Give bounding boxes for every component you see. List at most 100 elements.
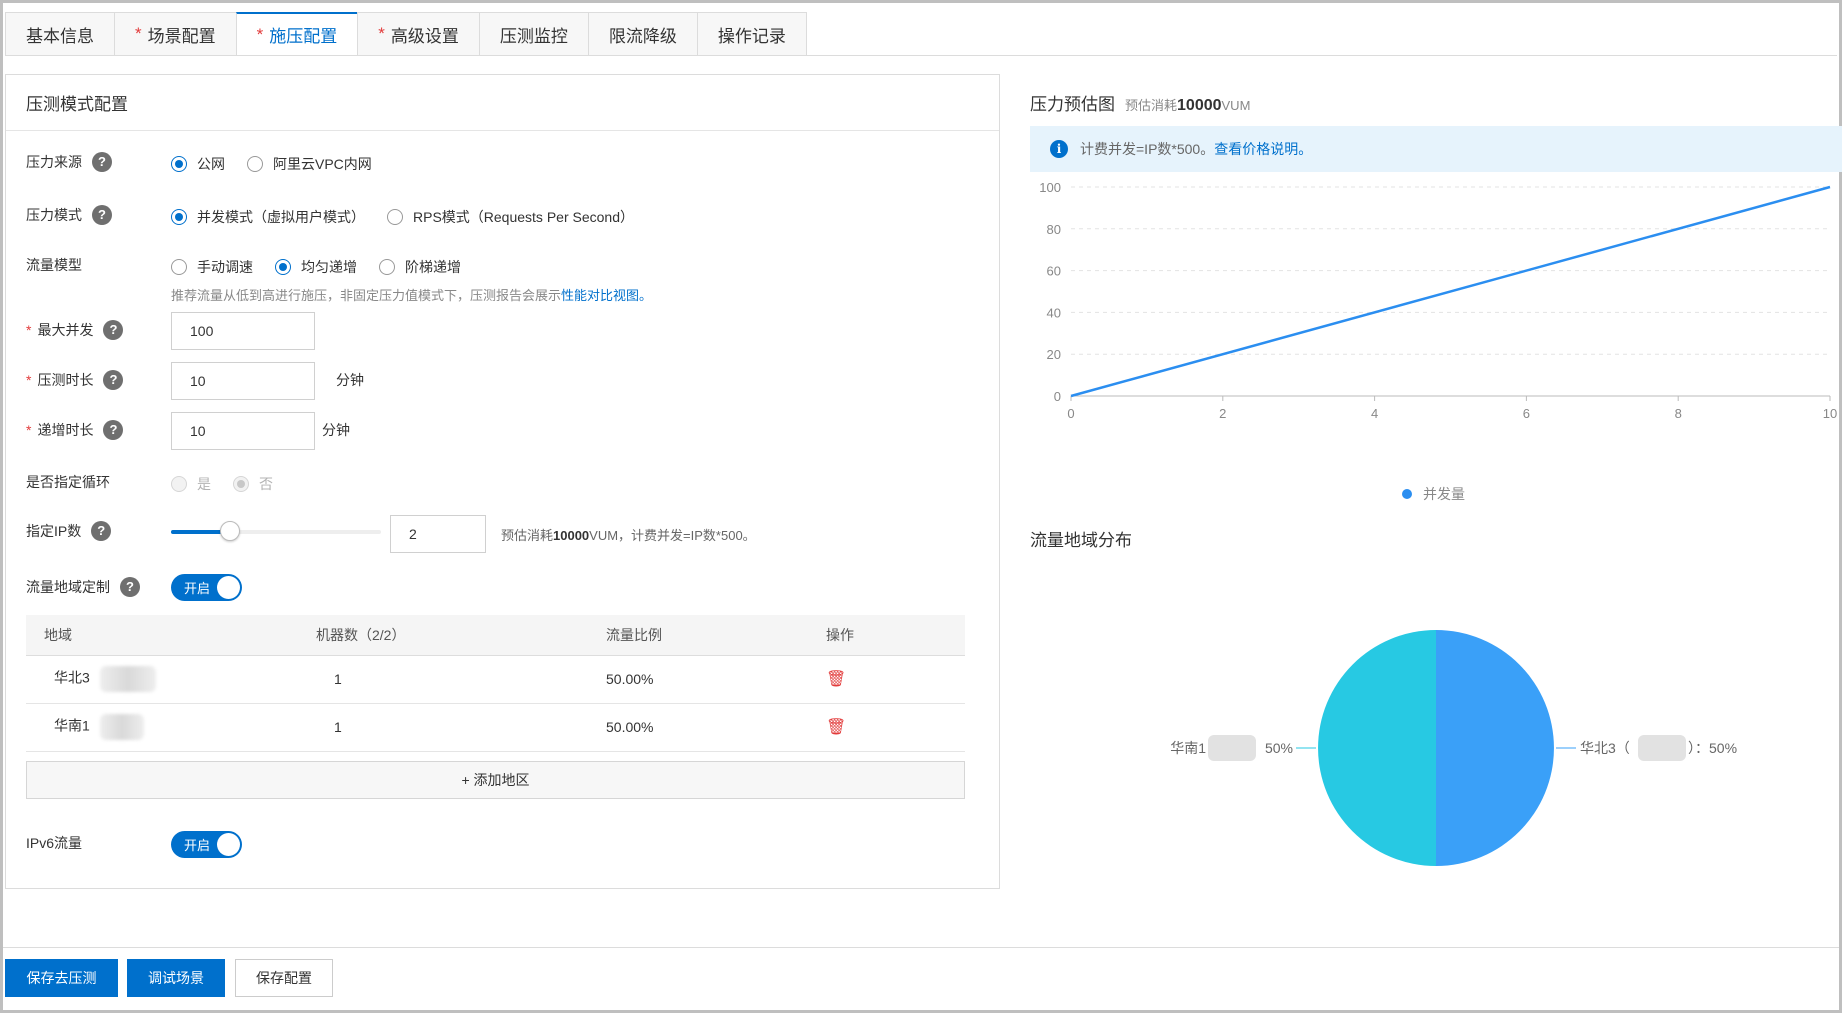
ramp-duration-input[interactable]: 10	[171, 412, 315, 450]
ipv6-toggle[interactable]: 开启	[171, 831, 242, 858]
region-custom-toggle[interactable]: 开启	[171, 574, 242, 601]
ramp-duration-label: * 递增时长 ?	[26, 420, 124, 440]
tab-label: 场景配置	[147, 26, 216, 46]
tab-operation-log[interactable]: 操作记录	[696, 12, 807, 56]
radio-loop-no[interactable]: 否	[233, 474, 273, 494]
footer-divider	[3, 947, 1839, 948]
radio-dot	[171, 259, 187, 275]
region-table: 地域 机器数（2/2） 流量比例 操作 华北3 1 50.00% 🗑 华南1 1…	[26, 615, 965, 752]
region-name: 华南1	[54, 717, 90, 734]
y-tick-label: 40	[1047, 305, 1061, 320]
required-mark: *	[26, 372, 32, 388]
tab-label: 基本信息	[26, 26, 94, 46]
debug-scene-button[interactable]: 调试场景	[127, 959, 225, 997]
header-machines: 机器数（2/2）	[316, 615, 606, 656]
pie-slice[interactable]	[1318, 630, 1436, 866]
radio-manual-speed[interactable]: 手动调速	[171, 257, 253, 277]
radio-concurrency-mode[interactable]: 并发模式（虚拟用户模式）	[171, 207, 365, 227]
estimate-chart-subtitle: 预估消耗10000VUM	[1125, 95, 1250, 115]
radio-label: 阿里云VPC内网	[273, 156, 372, 172]
price-info-link[interactable]: 查看价格说明。	[1214, 139, 1312, 159]
trash-icon[interactable]: 🗑	[826, 671, 846, 688]
radio-dot	[233, 476, 249, 492]
slider-handle[interactable]	[219, 521, 240, 541]
note-vum-value: 10000	[553, 528, 590, 543]
label-text: 最大并发	[37, 322, 94, 338]
redacted-text	[99, 666, 156, 692]
ip-count-slider[interactable]	[171, 521, 381, 541]
legend-marker	[1402, 489, 1412, 499]
duration-input[interactable]: 10	[171, 362, 315, 400]
radio-rps-mode[interactable]: RPS模式（Requests Per Second）	[387, 207, 634, 227]
note-suffix: VUM，计费并发=IP数*500。	[589, 528, 756, 543]
tab-divider	[5, 55, 1837, 56]
tab-monitoring[interactable]: 压测监控	[478, 12, 588, 56]
toggle-label: 开启	[184, 838, 211, 853]
radio-vpc-network[interactable]: 阿里云VPC内网	[247, 154, 372, 174]
pie-label-huabei3-ratio: ）：50%	[1688, 740, 1737, 756]
radio-dot	[275, 259, 291, 275]
pie-slice[interactable]	[1436, 630, 1554, 866]
label-text: 指定IP数	[26, 523, 82, 539]
tab-basic-info[interactable]: 基本信息	[5, 12, 114, 56]
help-icon[interactable]: ?	[92, 205, 112, 225]
tab-scene-config[interactable]: * 场景配置	[114, 12, 236, 56]
radio-dot	[379, 259, 395, 275]
billing-info-bar: i 计费并发=IP数*500。 查看价格说明。	[1030, 126, 1842, 172]
label-text: 流量模型	[26, 257, 82, 273]
help-icon[interactable]: ?	[91, 521, 112, 541]
traffic-model-group: 手动调速 均匀递增 阶梯递增	[171, 257, 483, 277]
help-icon[interactable]: ?	[103, 370, 124, 390]
x-tick-label: 0	[1067, 406, 1074, 421]
pressure-mode-label: 压力模式 ?	[26, 205, 112, 225]
help-icon[interactable]: ?	[120, 577, 140, 597]
region-cell: 华南1	[26, 703, 316, 752]
pressure-source-group: 公网 阿里云VPC内网	[171, 154, 394, 174]
radio-public-network[interactable]: 公网	[171, 154, 225, 174]
pie-label-huabei3: 华北3（	[1580, 740, 1630, 756]
panel-title: 压测模式配置	[6, 75, 999, 131]
radio-loop-yes[interactable]: 是	[171, 474, 211, 494]
trash-icon[interactable]: 🗑	[826, 719, 846, 736]
y-tick-label: 80	[1047, 222, 1061, 237]
action-cell: 🗑	[826, 703, 965, 752]
max-concurrency-input[interactable]: 100	[171, 312, 315, 350]
estimate-chart-title: 压力预估图	[1030, 95, 1115, 114]
performance-compare-link[interactable]: 性能对比视图。	[561, 288, 652, 303]
ramp-duration-unit: 分钟	[322, 422, 350, 438]
save-and-test-button[interactable]: 保存去压测	[5, 959, 118, 997]
toggle-knob	[217, 576, 240, 599]
help-icon[interactable]: ?	[92, 152, 112, 172]
required-mark: *	[256, 24, 264, 44]
tab-pressure-config[interactable]: * 施压配置	[235, 12, 358, 56]
x-tick-label: 2	[1219, 406, 1226, 421]
radio-step-ramp[interactable]: 阶梯递增	[379, 257, 461, 277]
machines-cell: 1	[316, 655, 606, 704]
radio-uniform-ramp[interactable]: 均匀递增	[275, 257, 357, 277]
help-icon[interactable]: ?	[103, 320, 124, 340]
help-icon[interactable]: ?	[103, 420, 124, 440]
max-concurrency-label: * 最大并发 ?	[26, 320, 124, 340]
info-text: 计费并发=IP数*500。	[1080, 141, 1215, 157]
pressure-estimate-chart: 0 20 40 60 80 100 0 2 4 6 8 10 并发量	[1039, 180, 1837, 502]
estimate-chart-header: 压力预估图 预估消耗10000VUM	[1030, 90, 1250, 115]
ip-count-input[interactable]: 2	[390, 515, 486, 553]
radio-label: 并发模式（虚拟用户模式）	[197, 209, 365, 225]
radio-label: 是	[197, 476, 211, 492]
hint-text: 推荐流量从低到高进行施压，非固定压力值模式下，压测报告会展示	[171, 288, 562, 303]
label-text: 是否指定循环	[26, 474, 110, 490]
radio-label: 公网	[197, 156, 225, 172]
tab-advanced-settings[interactable]: * 高级设置	[357, 12, 479, 56]
header-ratio: 流量比例	[606, 615, 826, 656]
legend-label: 并发量	[1423, 486, 1465, 502]
tab-rate-limit[interactable]: 限流降级	[587, 12, 697, 56]
region-distribution-pie: 华北3（ ）：50% 50% 华南1	[1170, 630, 1737, 866]
y-tick-label: 100	[1039, 180, 1061, 195]
radio-label: 手动调速	[197, 259, 253, 275]
add-region-button[interactable]: + 添加地区	[26, 761, 965, 799]
table-row: 华北3 1 50.00% 🗑	[26, 655, 965, 704]
required-mark: *	[26, 322, 32, 338]
tab-label: 压测监控	[499, 26, 568, 46]
x-axis-ticks: 0 2 4 6 8 10	[1067, 396, 1837, 421]
save-config-button[interactable]: 保存配置	[235, 959, 333, 997]
